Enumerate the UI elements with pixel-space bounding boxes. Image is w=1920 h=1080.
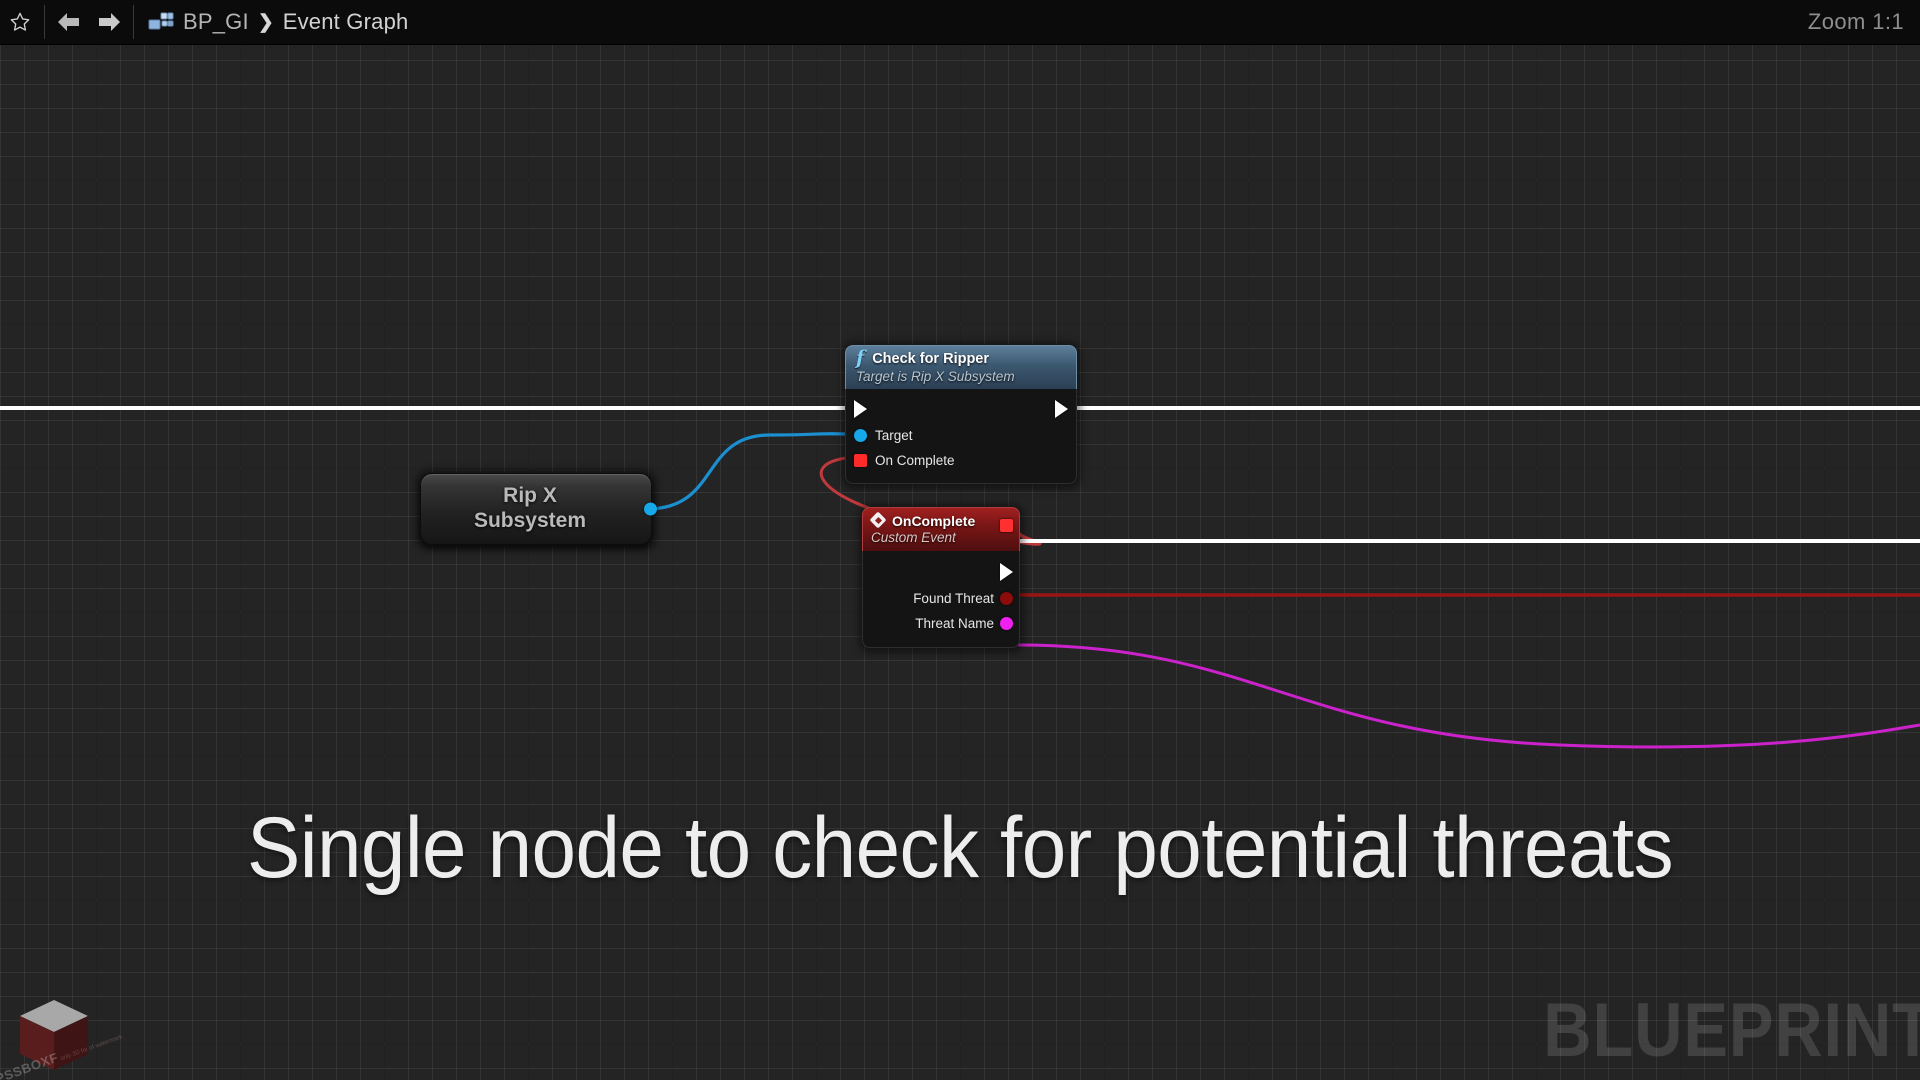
function-f-icon: f — [856, 349, 864, 368]
target-object-wire — [647, 434, 848, 509]
pin-row-threat-name: Threat Name — [863, 611, 1019, 636]
breadcrumb-root[interactable]: BP_GI — [183, 9, 249, 35]
pin-label-threat-name: Threat Name — [915, 616, 994, 631]
event-diamond-icon — [870, 512, 887, 529]
node-oncomplete-event[interactable]: OnComplete Custom Event Found Threat Thr… — [862, 507, 1020, 648]
exec-in-pin[interactable] — [854, 400, 867, 418]
back-arrow-icon[interactable] — [49, 0, 89, 45]
toolbar-divider-1 — [44, 5, 45, 39]
event-graph-canvas[interactable]: Rip X Subsystem f Check for Ripper Targe… — [0, 45, 1920, 1080]
pin-row-target: Target — [846, 423, 1076, 448]
function-node-header: f Check for Ripper Target is Rip X Subsy… — [845, 345, 1077, 389]
blueprint-editor-window: BP_GI ❯ Event Graph Zoom 1:1 — [0, 0, 1920, 1080]
breadcrumb-current[interactable]: Event Graph — [283, 9, 409, 35]
pin-row-on-complete: On Complete — [846, 448, 1076, 473]
graph-caption-text: Single node to check for potential threa… — [67, 805, 1853, 891]
event-node-subtitle: Custom Event — [871, 530, 1012, 545]
blueprint-class-icon — [148, 11, 174, 33]
subsystem-object-pin[interactable] — [644, 503, 657, 516]
node-rip-x-subsystem[interactable]: Rip X Subsystem — [420, 473, 652, 545]
subsystem-node-title: Rip X Subsystem — [474, 484, 598, 534]
toolbar-divider-2 — [133, 5, 134, 39]
exec-pin-row — [846, 395, 1076, 423]
breadcrumb: BP_GI ❯ Event Graph — [148, 9, 408, 35]
target-input-pin[interactable] — [854, 429, 867, 442]
pin-label-on-complete: On Complete — [875, 453, 955, 468]
top-toolbar: BP_GI ❯ Event Graph Zoom 1:1 — [0, 0, 1920, 45]
threat-name-output-pin[interactable] — [1000, 617, 1013, 630]
function-node-body: Target On Complete — [845, 389, 1077, 484]
favorite-star-icon[interactable] — [0, 0, 40, 45]
event-node-header: OnComplete Custom Event — [862, 507, 1020, 551]
delegate-out-pin[interactable] — [1000, 519, 1013, 532]
pin-label-found-threat: Found Threat — [913, 591, 994, 606]
blueprint-watermark: BLUEPRINT — [1543, 987, 1920, 1074]
exec-out-pin[interactable] — [1055, 400, 1068, 418]
node-check-for-ripper[interactable]: f Check for Ripper Target is Rip X Subsy… — [845, 345, 1077, 484]
on-complete-delegate-input-pin[interactable] — [854, 454, 867, 467]
exec-out-pin[interactable] — [1000, 563, 1013, 581]
pin-row-found-threat: Found Threat — [863, 586, 1019, 611]
forward-arrow-icon[interactable] — [89, 0, 129, 45]
threat-name-wire — [1018, 645, 1920, 747]
breadcrumb-chevron-icon: ❯ — [258, 11, 274, 34]
event-exec-pin-row — [863, 558, 1019, 586]
function-node-title: Check for Ripper — [872, 351, 989, 367]
pin-label-target: Target — [875, 428, 913, 443]
zoom-level-label: Zoom 1:1 — [1808, 9, 1904, 35]
event-node-body: Found Threat Threat Name — [862, 551, 1020, 648]
function-node-subtitle: Target is Rip X Subsystem — [856, 369, 1068, 384]
event-node-title: OnComplete — [892, 513, 975, 529]
found-threat-output-pin[interactable] — [1000, 592, 1013, 605]
